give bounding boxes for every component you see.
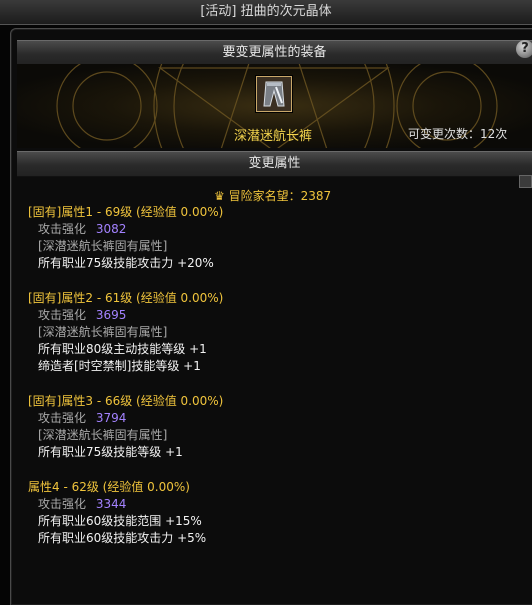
attribute-title: 属性4 - 62级 (经验值 0.00%): [28, 480, 190, 494]
change-count: 可变更次数：12次: [408, 127, 508, 141]
equip-section-header: 要变更属性的装备: [17, 40, 532, 66]
attribute-effect: 缔造者[时空禁制]技能等级 +1: [38, 359, 201, 373]
change-section-header: 变更属性: [17, 151, 532, 177]
set-note: [深潜迷航长裤固有属性]: [38, 325, 168, 339]
stat-label: 攻击强化: [38, 308, 87, 322]
attribute-title: [固有]属性1 - 69级 (经验值 0.00%): [28, 205, 224, 219]
stat-value: 3344: [95, 497, 127, 511]
attribute-stat: 攻击强化 3794: [38, 409, 126, 426]
attribute-stat: 攻击强化 3082: [38, 220, 126, 237]
attribute-effect: 所有职业60级技能范围 +15%: [38, 514, 202, 528]
stat-value: 3695: [95, 308, 127, 322]
item-name: 深潜迷航长裤: [233, 129, 312, 144]
set-note: [深潜迷航长裤固有属性]: [38, 239, 168, 253]
scrollbar-up-button[interactable]: [519, 175, 532, 188]
set-note: [深潜迷航长裤固有属性]: [38, 428, 168, 442]
attribute-effect: 所有职业75级技能攻击力 +20%: [38, 256, 214, 270]
help-icon[interactable]: ?: [516, 40, 532, 58]
fame-label: 冒险家名望：2387: [228, 189, 332, 203]
attribute-stat: 攻击强化 3344: [38, 495, 126, 512]
stat-value: 3794: [95, 411, 127, 425]
attribute-effect: 所有职业80级主动技能等级 +1: [38, 342, 207, 356]
window-title: [活动] 扭曲的次元晶体: [0, 0, 532, 25]
item-slot[interactable]: [256, 76, 292, 112]
attribute-effect: 所有职业75级技能等级 +1: [38, 445, 183, 459]
stat-value: 3082: [95, 222, 127, 236]
attribute-title: [固有]属性3 - 66级 (经验值 0.00%): [28, 394, 224, 408]
stat-label: 攻击强化: [38, 497, 87, 511]
fame-row: ♛ 冒险家名望：2387: [214, 187, 331, 204]
attribute-title: [固有]属性2 - 61级 (经验值 0.00%): [28, 291, 224, 305]
stat-label: 攻击强化: [38, 222, 87, 236]
attribute-effect: 所有职业60级技能攻击力 +5%: [38, 531, 207, 545]
attribute-stat: 攻击强化 3695: [38, 306, 126, 323]
stat-label: 攻击强化: [38, 411, 87, 425]
pants-item-icon: [257, 77, 291, 111]
fame-crown-icon: ♛: [214, 189, 225, 203]
